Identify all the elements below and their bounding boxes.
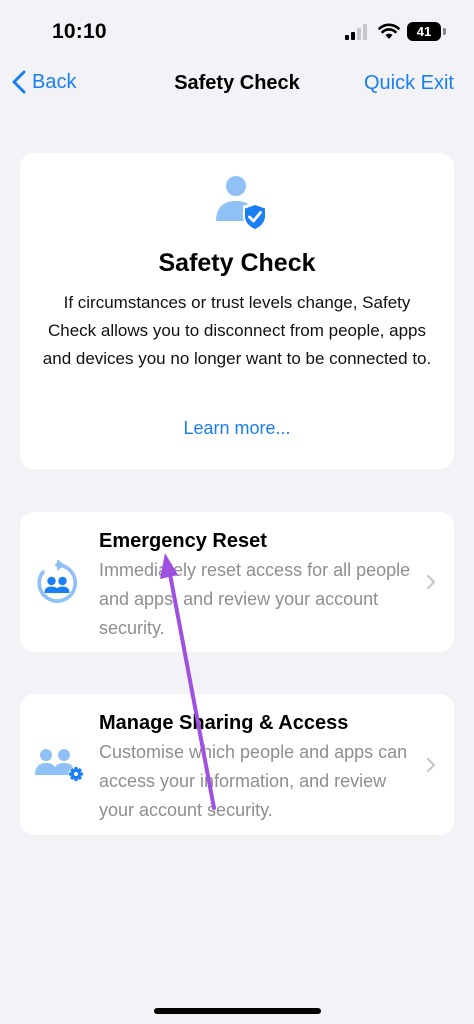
manage-sharing-access-option[interactable]: Manage Sharing & Access Customise which …	[20, 694, 454, 835]
safety-check-info-card: Safety Check If circumstances or trust l…	[20, 153, 454, 469]
navigation-bar: Back Safety Check Quick Exit	[0, 60, 474, 110]
option-title: Emergency Reset	[99, 530, 267, 552]
status-bar: 10:10 41	[0, 0, 474, 60]
home-indicator[interactable]	[154, 1008, 321, 1014]
battery-nub	[443, 28, 446, 35]
quick-exit-button[interactable]: Quick Exit	[364, 72, 454, 95]
battery-indicator: 41	[407, 22, 441, 41]
option-description: Immediately reset access for all people …	[99, 560, 411, 638]
emergency-reset-option[interactable]: Emergency Reset Immediately reset access…	[20, 512, 454, 652]
manage-sharing-icon	[35, 749, 84, 782]
chevron-right-icon	[426, 757, 436, 773]
cellular-signal-icon	[345, 24, 367, 40]
option-description: Customise which people and apps can acce…	[99, 742, 408, 820]
learn-more-link[interactable]: Learn more...	[20, 418, 454, 439]
hero-description: If circumstances or trust levels change,…	[42, 293, 432, 368]
status-time: 10:10	[52, 20, 107, 43]
wifi-icon	[378, 23, 400, 39]
hero-title: Safety Check	[158, 249, 316, 277]
emergency-reset-icon	[37, 560, 78, 603]
option-title: Manage Sharing & Access	[99, 712, 349, 734]
person-shield-icon	[216, 176, 267, 232]
chevron-right-icon	[426, 574, 436, 590]
